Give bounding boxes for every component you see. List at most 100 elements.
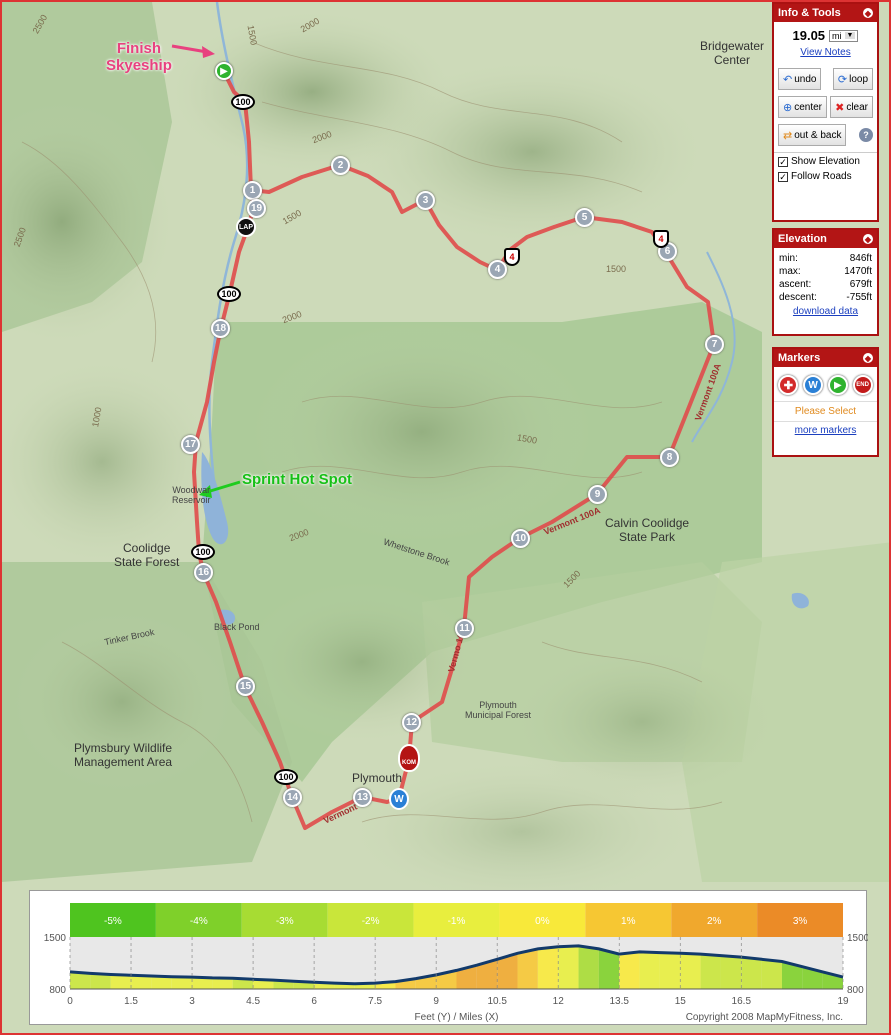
mile-marker[interactable]: 7 [705, 335, 724, 354]
help-icon[interactable]: ? [859, 128, 873, 142]
stat-value: -755ft [846, 292, 872, 303]
y-tick-label-left: 800 [49, 985, 66, 996]
mile-marker[interactable]: 3 [416, 191, 435, 210]
undo-icon: ↶ [783, 73, 793, 86]
stat-label: min: [779, 253, 798, 264]
grade-bar [537, 946, 559, 989]
route-100-shield: 100 [217, 286, 241, 302]
y-tick-label-right: 1500 [847, 933, 868, 944]
x-axis-label: Feet (Y) / Miles (X) [415, 1012, 499, 1023]
mile-marker[interactable]: 17 [181, 435, 200, 454]
panel-header: Info & Tools ◆ [774, 4, 877, 22]
clear-label: clear [846, 101, 868, 113]
x-tick-label: 10.5 [487, 996, 507, 1007]
y-tick-label-right: 800 [847, 985, 864, 996]
elevation-chart[interactable]: -5% -4% -3% -2% -1% 0% 1% 2% 3% 0 1.5 3 4.5 6 7.5 9 10.… [30, 891, 870, 1026]
vt-route-4-shield: 4 [653, 230, 669, 248]
grade-bar [720, 955, 742, 989]
mile-marker[interactable]: 12 [402, 713, 421, 732]
grade-bar [680, 953, 701, 989]
follow-roads-toggle[interactable]: ✓ Follow Roads [778, 171, 873, 182]
center-button[interactable]: ⊕ center [778, 96, 828, 118]
add-marker-icon[interactable]: ✚ [778, 375, 799, 395]
checkbox-checked-icon[interactable]: ✓ [778, 156, 788, 167]
elevation-descent-row: descent: -755ft [774, 291, 877, 304]
end-marker-icon[interactable]: END [852, 375, 873, 395]
panel-toggle-icon[interactable]: ◆ [863, 8, 873, 18]
checkbox-checked-icon[interactable]: ✓ [778, 171, 788, 182]
clear-button[interactable]: ✖ clear [830, 96, 873, 118]
water-marker-icon[interactable]: W [389, 788, 409, 810]
mile-marker[interactable]: 18 [211, 319, 230, 338]
unit-value: mi [832, 30, 842, 41]
x-tick-label: 16.5 [732, 996, 752, 1007]
finish-marker-icon[interactable]: ▶ [215, 62, 233, 80]
map-view[interactable]: Bridgewater Center Coolidge State Forest… [0, 0, 891, 1035]
mile-marker[interactable]: 11 [455, 619, 474, 638]
out-back-label: out & back [794, 129, 842, 141]
out-back-button[interactable]: ⇄ out & back [778, 124, 847, 146]
mile-marker[interactable]: 8 [660, 448, 679, 467]
mile-marker[interactable]: 5 [575, 208, 594, 227]
lap-marker-icon[interactable]: LAP [236, 217, 256, 237]
place-label: Plymsbury Wildlife Management Area [74, 741, 173, 769]
show-elevation-toggle[interactable]: ✓ Show Elevation [778, 156, 873, 167]
grade-bar [578, 945, 599, 989]
place-label: Calvin Coolidge State Park [605, 516, 690, 544]
start-marker-icon[interactable]: ▶ [827, 375, 848, 395]
x-tick-label: 12 [553, 996, 565, 1007]
mile-marker[interactable]: 1 [243, 181, 262, 200]
water-marker-icon[interactable]: W [803, 375, 824, 395]
please-select-label: Please Select [774, 401, 877, 421]
y-tick-label-left: 1500 [44, 933, 67, 944]
panel-toggle-icon[interactable]: ◆ [863, 353, 873, 363]
x-tick-label: 19 [837, 996, 849, 1007]
stat-value: 679ft [849, 279, 872, 290]
place-label: Coolidge State Forest [114, 541, 180, 569]
panel-toggle-icon[interactable]: ◆ [863, 234, 873, 244]
grade-bar [619, 951, 640, 989]
mile-marker[interactable]: 2 [331, 156, 350, 175]
panel-header: Elevation ◆ [774, 230, 877, 248]
loop-button[interactable]: ⟳ loop [832, 68, 873, 90]
kom-marker-icon[interactable]: KOM [398, 744, 420, 772]
more-markers-link[interactable]: more markers [795, 425, 857, 436]
stat-label: ascent: [779, 279, 812, 290]
mile-marker[interactable]: 4 [488, 260, 507, 279]
mile-marker[interactable]: 19 [247, 199, 266, 218]
undo-button[interactable]: ↶ undo [778, 68, 822, 90]
contour-label: 1500 [606, 264, 627, 274]
route-100-shield: 100 [191, 544, 215, 560]
mile-marker[interactable]: 15 [236, 677, 255, 696]
download-data-link[interactable]: download data [793, 306, 858, 317]
x-tick-label: 9 [433, 996, 439, 1007]
chevron-down-icon: ▼ [844, 32, 856, 39]
finish-callout: Finish Skyeship [106, 40, 172, 74]
grade-bar [741, 957, 762, 989]
panel-title: Info & Tools [778, 7, 841, 19]
elevation-plot [69, 937, 844, 989]
elevation-min-row: min: 846ft [774, 252, 877, 265]
grade-bar [639, 951, 660, 989]
grade-bar [700, 954, 721, 989]
x-tick-label: 1.5 [124, 996, 138, 1007]
mile-marker[interactable]: 14 [283, 788, 302, 807]
x-icon: ✖ [835, 101, 845, 114]
topo-map[interactable] [2, 2, 891, 1035]
x-tick-label: 0 [67, 996, 73, 1007]
view-notes-link[interactable]: View Notes [800, 47, 850, 58]
follow-roads-label: Follow Roads [791, 171, 852, 182]
mile-marker[interactable]: 9 [588, 485, 607, 504]
mile-marker[interactable]: 16 [194, 563, 213, 582]
elevation-max-row: max: 1470ft [774, 265, 877, 278]
mile-marker[interactable]: 10 [511, 529, 530, 548]
panel-title: Markers [778, 352, 821, 364]
unit-select[interactable]: mi ▼ [829, 29, 859, 42]
crosshair-icon: ⊕ [783, 101, 793, 114]
grade-legend: -5% -4% -3% -2% -1% 0% 1% 2% 3% [70, 903, 843, 937]
marker-icon-row: ✚ W ▶ END [774, 367, 877, 401]
x-tick-label: 15 [675, 996, 687, 1007]
place-label: Plymouth [352, 771, 403, 785]
stat-value: 1470ft [844, 266, 872, 277]
mile-marker[interactable]: 13 [353, 788, 372, 807]
